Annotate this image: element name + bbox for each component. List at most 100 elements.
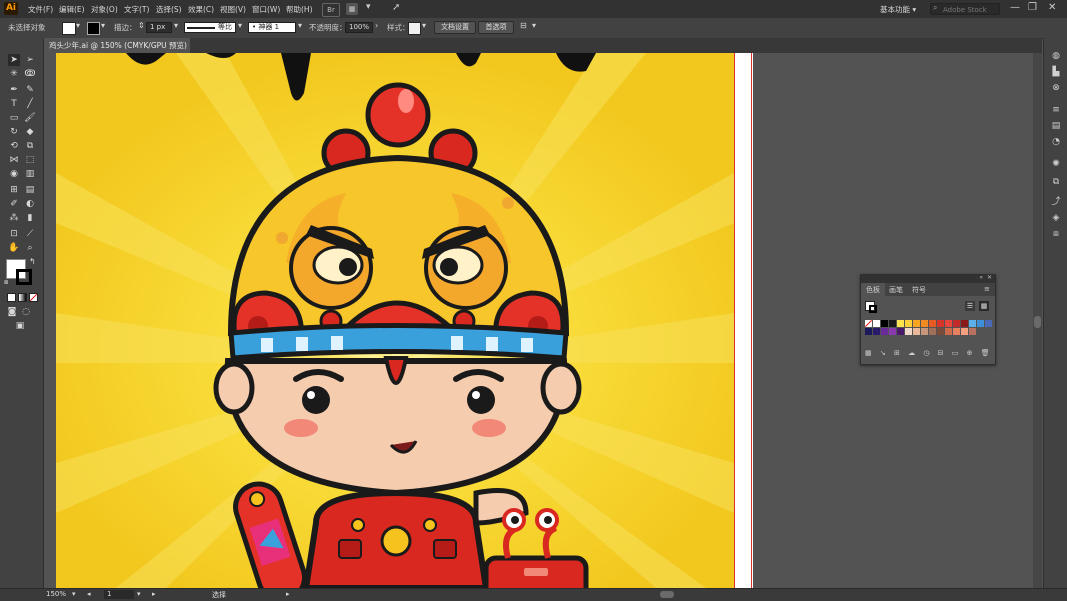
preferences-button[interactable]: 首选项 — [478, 21, 514, 34]
stroke-color-box[interactable] — [16, 269, 32, 285]
brush-definition[interactable]: • 神器 1 — [248, 22, 296, 33]
graphic-styles-icon[interactable]: ⧉ — [1049, 176, 1063, 188]
restore-button[interactable]: ❐ — [1028, 2, 1037, 13]
panel-stroke-swatch[interactable] — [869, 305, 877, 313]
next-artboard-icon[interactable]: ▸ — [152, 590, 156, 598]
width-tool-icon[interactable]: ⋈ — [8, 154, 20, 166]
menu-help[interactable]: 帮助(H) — [286, 4, 313, 15]
artboards-icon[interactable]: ⧈ — [1049, 228, 1063, 240]
lasso-tool-icon[interactable]: ↂ — [24, 68, 36, 80]
fill-swatch[interactable] — [62, 22, 76, 35]
document-tab[interactable]: 鸡头少年.ai @ 150% (CMYK/GPU 预览) ✕ — [44, 38, 190, 65]
stroke-panel-icon[interactable]: ≡ — [1049, 104, 1063, 116]
opacity-input[interactable]: 100% — [345, 22, 373, 33]
color-swatch[interactable] — [905, 320, 912, 327]
workspace-switcher[interactable]: 基本功能 ▾ — [880, 4, 916, 15]
stroke-stepper-icon[interactable]: ⇕ — [138, 21, 145, 30]
arrange-dropdown-icon[interactable]: ▾ — [366, 2, 371, 12]
panel-menu-icon[interactable]: ≡ — [984, 285, 990, 293]
color-swatch[interactable] — [897, 328, 904, 335]
color-swatch[interactable] — [889, 320, 896, 327]
menu-edit[interactable]: 编辑(E) — [59, 4, 85, 15]
cloud-icon[interactable]: ☁ — [908, 349, 918, 357]
free-transform-tool-icon[interactable]: ⬚ — [24, 154, 36, 166]
new-swatch-icon[interactable]: ⊕ — [967, 349, 976, 357]
swatch-options-icon[interactable]: ⊟ — [938, 349, 947, 357]
artboard-tool-icon[interactable]: ⊡ — [8, 228, 20, 240]
delete-swatch-icon[interactable]: 🗑 — [981, 349, 993, 357]
place-swatch-icon[interactable]: ↘ — [880, 349, 889, 357]
blend-tool-icon[interactable]: ◐ — [24, 198, 36, 210]
zoom-dropdown-icon[interactable]: ▾ — [72, 590, 76, 598]
direct-selection-tool-icon[interactable]: ➢ — [24, 54, 36, 66]
style-dropdown-icon[interactable]: ▾ — [422, 21, 426, 30]
color-panel-icon[interactable]: ✺ — [1049, 158, 1063, 170]
shaper-tool-icon[interactable]: ↻ — [8, 126, 20, 138]
fill-dropdown-icon[interactable]: ▾ — [76, 21, 80, 30]
menu-view[interactable]: 视图(V) — [220, 4, 246, 15]
zoom-level[interactable]: 150% — [46, 590, 66, 598]
artboard-number[interactable]: 1 — [104, 590, 134, 599]
eraser-tool-icon[interactable]: ◆ — [24, 126, 36, 138]
menu-window[interactable]: 窗口(W) — [252, 4, 280, 15]
line-tool-icon[interactable]: ╱ — [24, 98, 36, 110]
curvature-tool-icon[interactable]: ✎ — [24, 84, 36, 96]
default-colors-icon[interactable]: ⧈ — [4, 278, 8, 287]
stock-search-input[interactable]: Adobe Stock — [930, 3, 1000, 15]
color-swatch[interactable] — [905, 328, 912, 335]
gradient-tool-icon[interactable]: ▤ — [24, 184, 36, 196]
artboard[interactable] — [56, 53, 734, 588]
pen-tool-icon[interactable]: ✒ — [8, 84, 20, 96]
align-icon[interactable]: ⊟ — [520, 21, 527, 30]
menu-file[interactable]: 文件(F) — [28, 4, 53, 15]
eyedropper-tool-icon[interactable]: ✐ — [8, 198, 20, 210]
send-icon[interactable]: ➚ — [392, 2, 400, 13]
document-setup-button[interactable]: 文档设置 — [434, 21, 476, 34]
symbol-sprayer-tool-icon[interactable]: ⁂ — [8, 212, 20, 224]
opacity-arrow-icon[interactable]: › — [375, 21, 378, 30]
color-swatch[interactable] — [881, 328, 888, 335]
color-swatch[interactable] — [864, 319, 873, 328]
color-swatch[interactable] — [929, 320, 936, 327]
perspective-grid-tool-icon[interactable]: ▥ — [24, 168, 36, 180]
color-swatch[interactable] — [977, 320, 984, 327]
menu-object[interactable]: 对象(O) — [91, 4, 118, 15]
swap-colors-icon[interactable]: ↰ — [29, 257, 36, 266]
color-swatch[interactable] — [961, 328, 968, 335]
collapse-icon[interactable]: « — [979, 274, 983, 281]
draw-normal-icon[interactable]: ◙ — [6, 306, 18, 318]
close-button[interactable]: ✕ — [1048, 2, 1056, 13]
paintbrush-tool-icon[interactable]: 🖌 — [24, 112, 36, 124]
color-swatch[interactable] — [873, 320, 880, 327]
slice-tool-icon[interactable]: ⟋ — [24, 228, 36, 240]
gradient-panel-icon[interactable]: ▤ — [1049, 120, 1063, 132]
draw-inside-icon[interactable]: ◌ — [20, 306, 32, 318]
stroke-swatch[interactable] — [87, 22, 100, 35]
scrollbar-thumb[interactable] — [1034, 316, 1041, 328]
color-guide-icon[interactable]: ◍ — [1049, 50, 1063, 62]
tab-symbols[interactable]: 符号 — [912, 285, 926, 295]
horizontal-scroll-thumb[interactable] — [660, 591, 674, 598]
prev-artboard-icon[interactable]: ◂ — [87, 590, 91, 598]
bridge-icon[interactable]: Br — [322, 3, 340, 17]
tab-brushes[interactable]: 画笔 — [889, 285, 903, 295]
shape-builder-tool-icon[interactable]: ◉ — [8, 168, 20, 180]
tab-swatches[interactable]: 色板 — [866, 285, 880, 295]
style-swatch[interactable] — [408, 22, 421, 35]
color-swatch[interactable] — [873, 328, 880, 335]
stroke-dropdown-icon[interactable]: ▾ — [101, 21, 105, 30]
zoom-tool-icon[interactable]: ⌕ — [24, 242, 36, 254]
color-swatch[interactable] — [985, 320, 992, 327]
scale-tool-icon[interactable]: ⧉ — [24, 140, 36, 152]
selection-tool-icon[interactable]: ➤ — [8, 54, 20, 66]
color-swatch[interactable] — [921, 328, 928, 335]
menu-effect[interactable]: 效果(C) — [188, 4, 214, 15]
stroke-weight-dropdown-icon[interactable]: ▾ — [174, 21, 178, 30]
export-icon[interactable]: ⤴ — [1049, 196, 1063, 208]
minimize-button[interactable]: — — [1010, 2, 1020, 13]
profile-dropdown-icon[interactable]: ▾ — [238, 21, 242, 30]
color-swatch[interactable] — [913, 328, 920, 335]
color-swatch[interactable] — [953, 328, 960, 335]
panel-close-icon[interactable]: ✕ — [987, 274, 992, 281]
graph-tool-icon[interactable]: ▮ — [24, 212, 36, 224]
